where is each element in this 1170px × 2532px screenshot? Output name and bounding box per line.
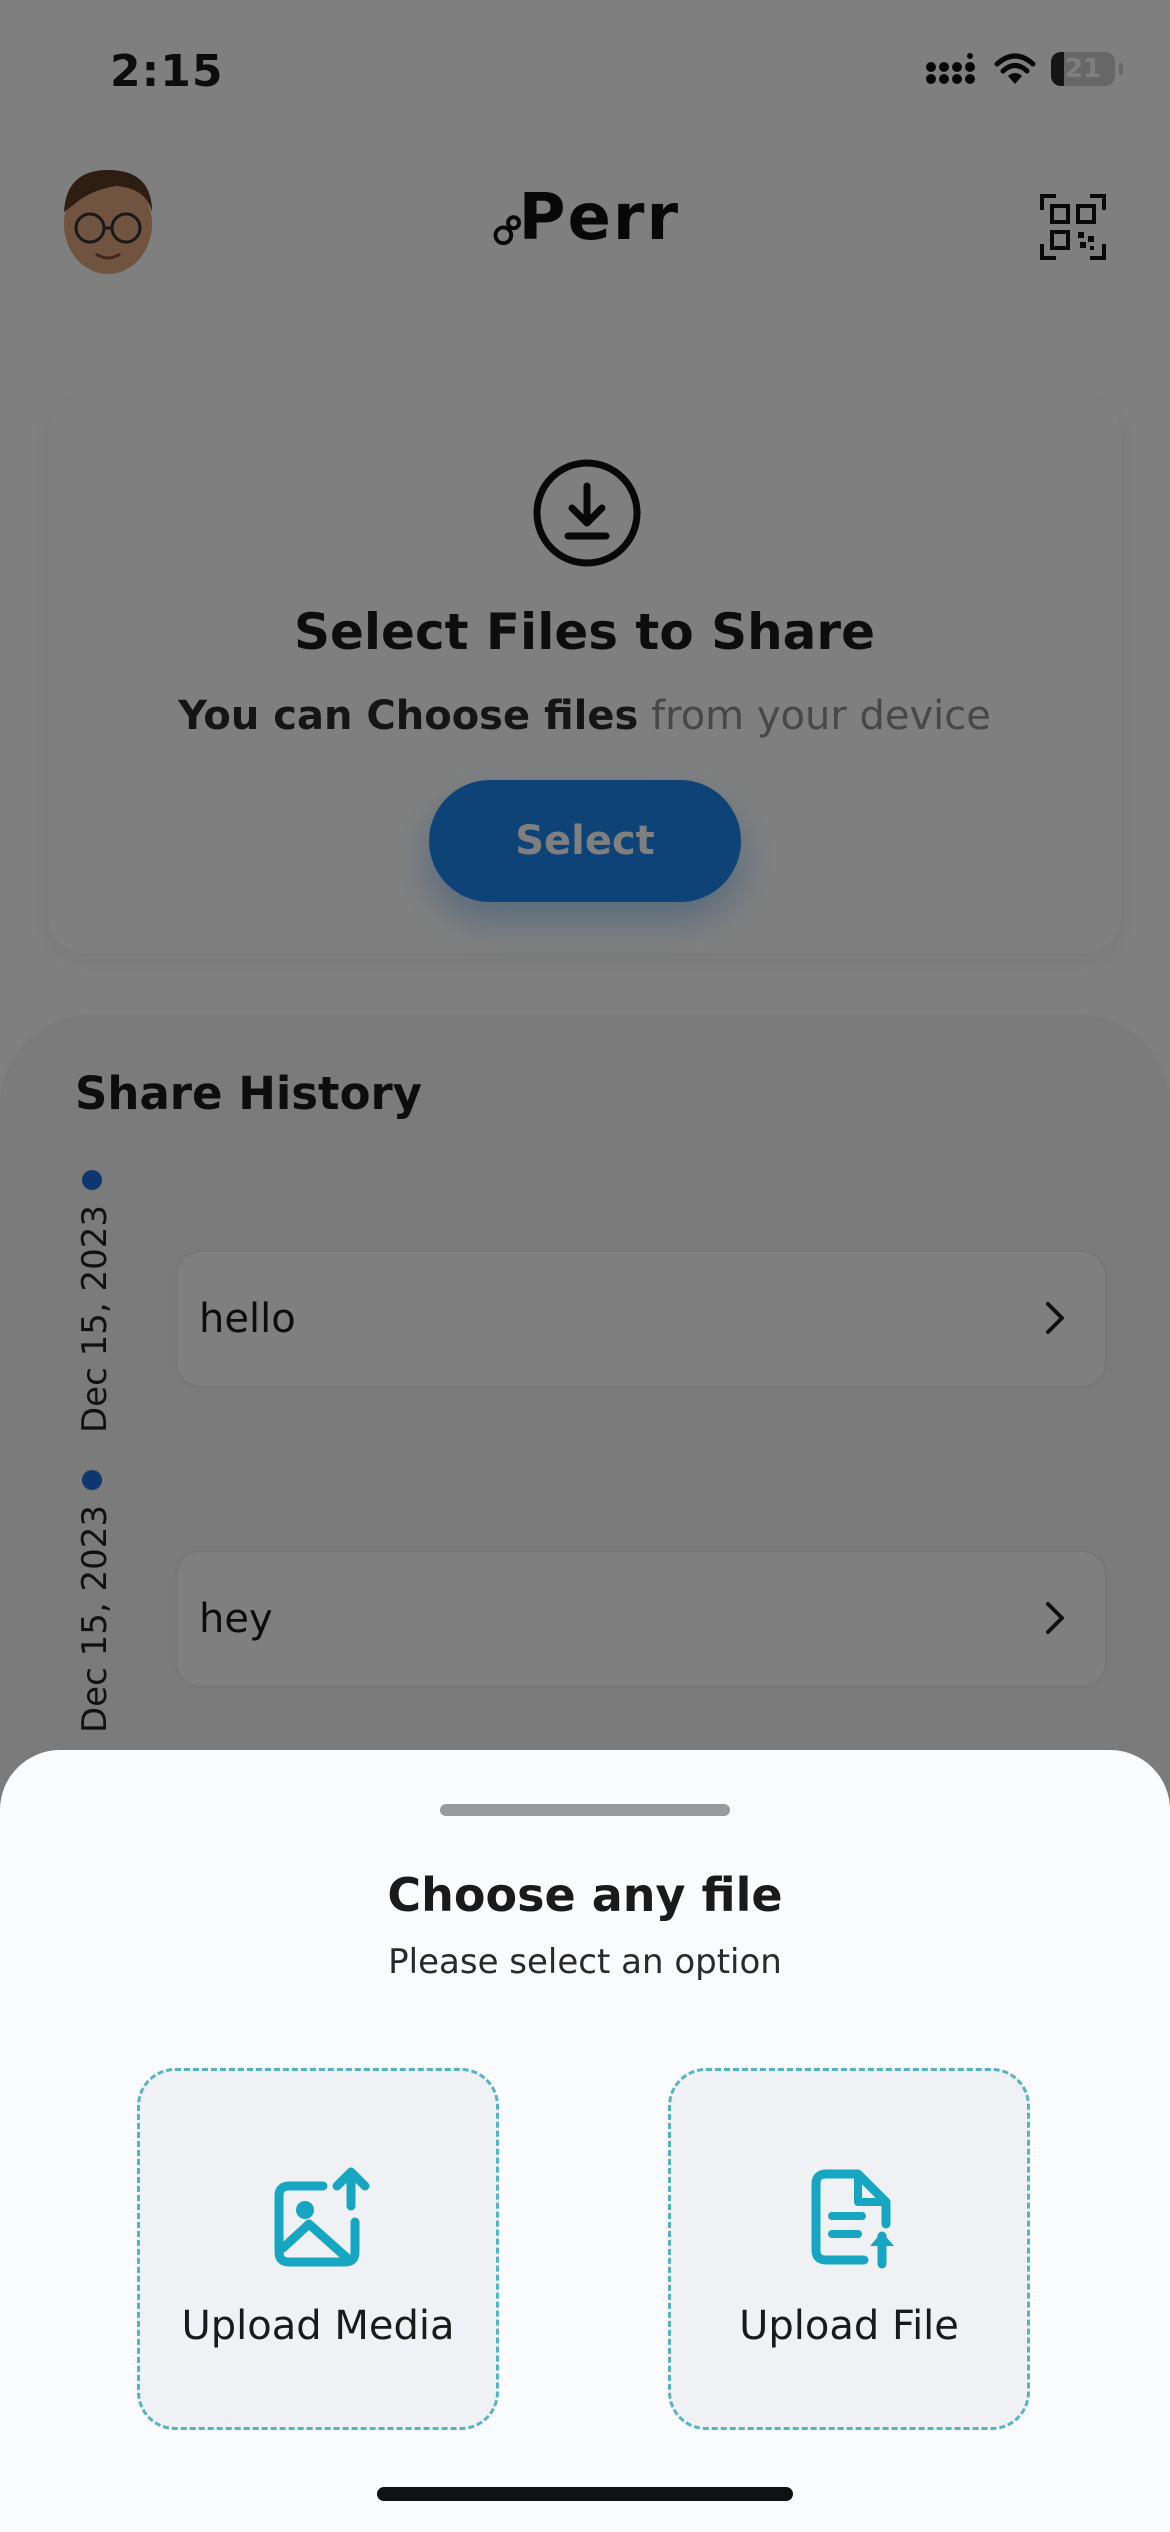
home-indicator bbox=[377, 2487, 793, 2501]
upload-media-icon bbox=[274, 2167, 370, 2267]
upload-media-label: Upload Media bbox=[181, 2303, 455, 2349]
app-screen: 2:15 21 bbox=[0, 0, 1170, 2532]
upload-file-button[interactable]: Upload File bbox=[668, 2068, 1030, 2430]
choose-file-sheet: Choose any file Please select an option … bbox=[0, 1750, 1170, 2532]
upload-file-icon bbox=[811, 2169, 894, 2269]
upload-file-label: Upload File bbox=[739, 2303, 959, 2349]
sheet-title: Choose any file bbox=[387, 1868, 783, 1922]
sheet-drag-handle[interactable] bbox=[440, 1804, 730, 1816]
upload-media-button[interactable]: Upload Media bbox=[137, 2068, 499, 2430]
sheet-subtitle: Please select an option bbox=[388, 1942, 782, 1982]
